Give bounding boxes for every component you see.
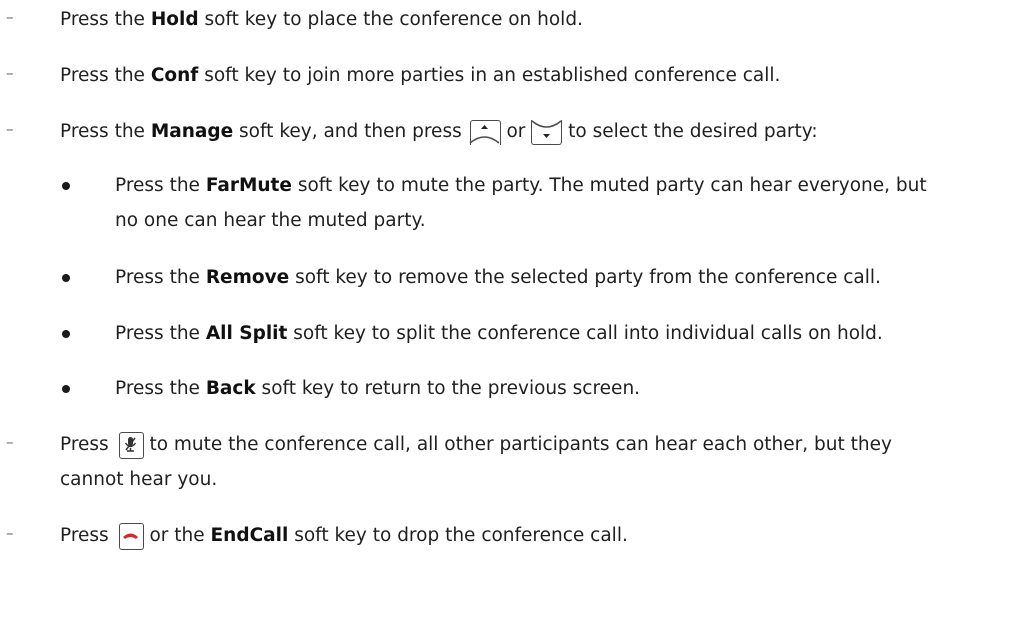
item-text-mid: or the: [143, 525, 211, 546]
bullet-dot: [62, 274, 70, 282]
end-call-key-icon: [118, 522, 144, 550]
bullet-dot: [62, 385, 70, 393]
softkey-endcall: EndCall: [210, 525, 289, 546]
item-text-pre: Press the: [60, 121, 151, 142]
up-arrow-glyph: [469, 125, 500, 144]
down-arrow-key-icon: [531, 119, 563, 145]
item-text-pre: Press the: [115, 323, 206, 344]
softkey-hold: Hold: [150, 9, 199, 30]
mute-key-icon: [118, 431, 144, 459]
up-arrow-key-icon: [469, 119, 501, 145]
item-text-post: soft key to join more parties in an esta…: [198, 65, 781, 86]
item-text-pre: Press the: [115, 175, 206, 196]
microphone-muted-glyph: [124, 437, 137, 452]
down-arrow-glyph: [531, 119, 562, 138]
dash-marker: –: [6, 8, 14, 26]
item-text-pre: Press the: [60, 9, 151, 30]
item-text-post: soft key to split the conference call in…: [287, 323, 883, 344]
handset-glyph: [123, 533, 139, 539]
item-text-pre: Press the: [115, 378, 206, 399]
softkey-farmute: FarMute: [205, 175, 292, 196]
item-text-post: soft key to drop the conference call.: [288, 525, 628, 546]
item-text-post: to select the desired party:: [562, 121, 818, 142]
dash-marker: –: [6, 433, 14, 451]
softkey-back: Back: [205, 378, 256, 399]
softkey-all-split: All Split: [205, 323, 288, 344]
item-text-post: to mute the conference call, all other p…: [143, 434, 892, 455]
item-text-post: soft key to return to the previous scree…: [255, 378, 641, 399]
item-text-or: or: [500, 121, 532, 142]
softkey-remove: Remove: [205, 267, 290, 288]
item-text-pre: Press: [60, 525, 115, 546]
item-text-pre: Press the: [115, 267, 206, 288]
item-text-post: soft key to place the conference on hold…: [198, 9, 583, 30]
item-text-mid: soft key, and then press: [233, 121, 468, 142]
bullet-dot: [62, 330, 70, 338]
bullet-dot: [62, 182, 70, 190]
item-text-cont: cannot hear you.: [60, 469, 218, 490]
item-text-pre: Press: [60, 434, 115, 455]
item-text-cont: no one can hear the muted party.: [115, 210, 426, 231]
softkey-conf: Conf: [150, 65, 199, 86]
dash-marker: –: [6, 524, 14, 542]
dash-marker: –: [6, 120, 14, 138]
dash-marker: –: [6, 64, 14, 82]
softkey-manage: Manage: [150, 121, 234, 142]
item-text-pre: Press the: [60, 65, 151, 86]
item-text-post: soft key to mute the party. The muted pa…: [291, 175, 927, 196]
item-text-post: soft key to remove the selected party fr…: [289, 267, 881, 288]
